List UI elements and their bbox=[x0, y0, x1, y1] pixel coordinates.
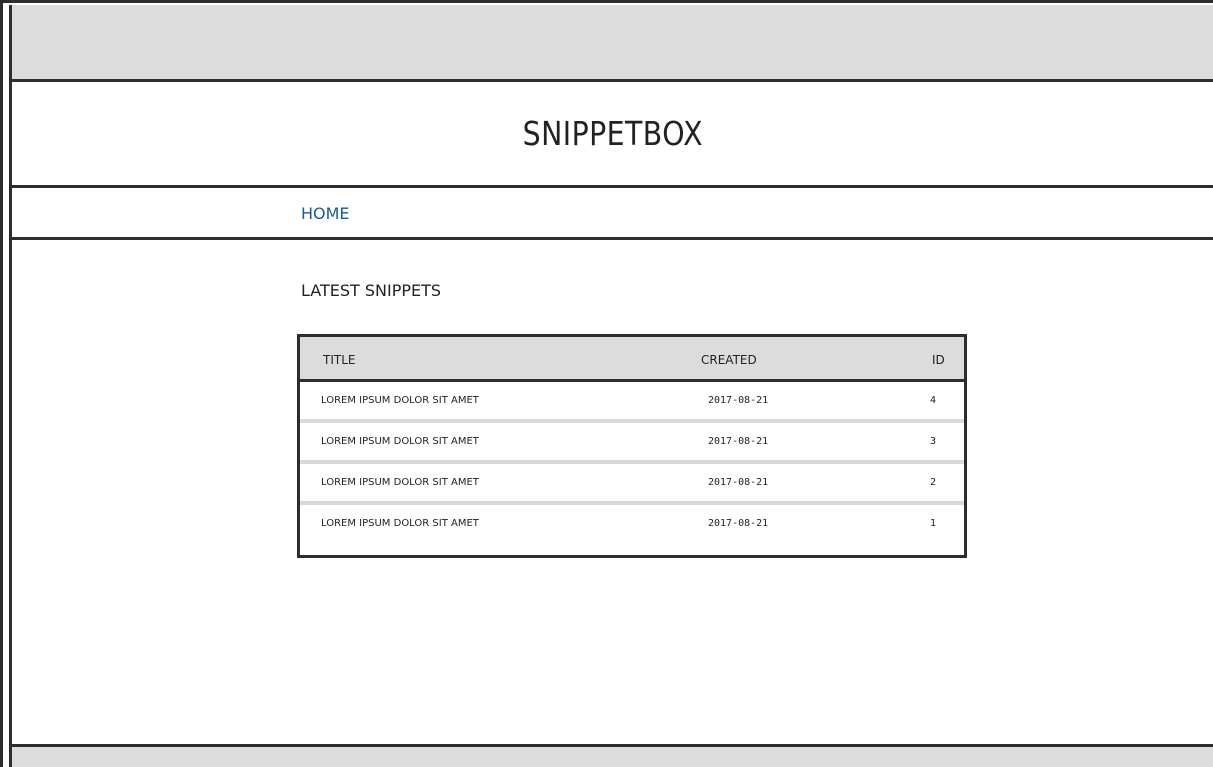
column-header-created: CREATED bbox=[701, 353, 757, 367]
section-heading: LATEST SNIPPETS bbox=[301, 281, 442, 300]
snippet-id: 3 bbox=[930, 436, 937, 447]
nav-home-link[interactable]: HOME bbox=[301, 204, 350, 223]
snippets-table: TITLE CREATED ID LOREM IPSUM DOLOR SIT A… bbox=[297, 334, 967, 558]
site-title: SNIPPETBOX bbox=[522, 114, 703, 153]
table-row[interactable]: LOREM IPSUM DOLOR SIT AMET 2017-08-21 2 bbox=[300, 464, 964, 505]
snippet-title-link[interactable]: LOREM IPSUM DOLOR SIT AMET bbox=[321, 436, 479, 447]
nav-bar: HOME bbox=[9, 188, 1213, 240]
snippet-created-date: 2017-08-21 bbox=[708, 518, 769, 529]
table-row[interactable]: LOREM IPSUM DOLOR SIT AMET 2017-08-21 4 bbox=[300, 382, 964, 423]
snippet-id: 4 bbox=[930, 395, 937, 406]
main-content: LATEST SNIPPETS TITLE CREATED ID LOREM I… bbox=[9, 240, 1213, 744]
column-header-id: ID bbox=[932, 353, 945, 367]
snippet-title-link[interactable]: LOREM IPSUM DOLOR SIT AMET bbox=[321, 477, 479, 488]
snippet-title-link[interactable]: LOREM IPSUM DOLOR SIT AMET bbox=[321, 395, 479, 406]
snippet-created-date: 2017-08-21 bbox=[708, 477, 769, 488]
snippet-title-link[interactable]: LOREM IPSUM DOLOR SIT AMET bbox=[321, 518, 479, 529]
table-row[interactable]: LOREM IPSUM DOLOR SIT AMET 2017-08-21 1 bbox=[300, 505, 964, 546]
table-header-row: TITLE CREATED ID bbox=[300, 337, 964, 382]
snippet-created-date: 2017-08-21 bbox=[708, 395, 769, 406]
snippet-id: 1 bbox=[930, 518, 937, 529]
column-header-title: TITLE bbox=[323, 353, 356, 367]
table-row[interactable]: LOREM IPSUM DOLOR SIT AMET 2017-08-21 3 bbox=[300, 423, 964, 464]
snippet-id: 2 bbox=[930, 477, 937, 488]
site-header: SNIPPETBOX bbox=[9, 82, 1213, 188]
browser-top-bar bbox=[9, 5, 1213, 82]
site-footer bbox=[9, 744, 1213, 767]
snippet-created-date: 2017-08-21 bbox=[708, 436, 769, 447]
